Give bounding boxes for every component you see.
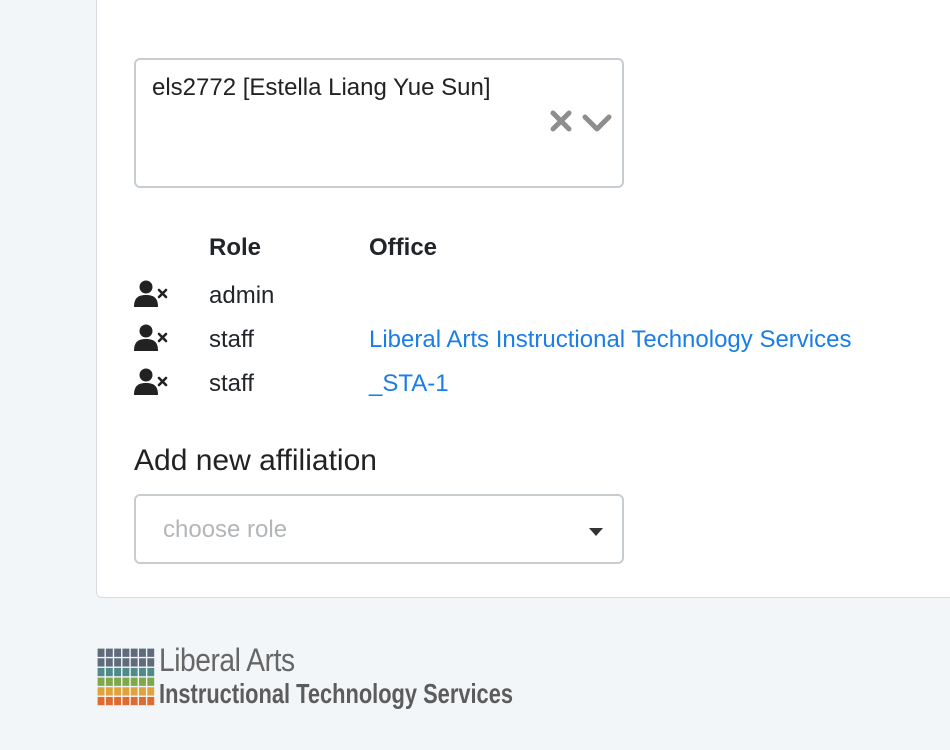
logo-grid-cell	[97, 648, 105, 657]
logo-grid-cell	[147, 658, 155, 667]
chevron-down-icon[interactable]	[581, 110, 613, 136]
logo-grid-cell	[122, 658, 130, 667]
logo-grid-cell	[139, 658, 146, 667]
logo-grid-cell	[114, 677, 122, 686]
logo-grid-cell	[139, 687, 146, 696]
user-select[interactable]: els2772 [Estella Liang Yue Sun]	[134, 58, 624, 188]
row-role: staff	[209, 370, 254, 397]
row-office-link[interactable]: Liberal Arts Instructional Technology Se…	[369, 326, 851, 354]
logo-grid-cell	[105, 648, 113, 657]
user-remove-icon[interactable]	[134, 324, 168, 352]
logo-grid-cell	[139, 677, 146, 686]
logo-grid-cell	[97, 687, 105, 696]
logo-grid-cell	[130, 648, 138, 657]
logo-grid-cell	[139, 648, 146, 657]
logo-grid-cell	[114, 687, 122, 696]
logo-grid-cell	[122, 667, 130, 677]
row-role: staff	[209, 326, 254, 353]
logo-grid-cell	[147, 677, 155, 686]
logo-grid-icon	[97, 648, 155, 706]
choose-role-placeholder: choose role	[163, 516, 288, 543]
logo-grid-cell	[97, 658, 105, 667]
office-column-header: Office	[369, 234, 438, 261]
logo-grid-cell	[105, 687, 113, 696]
table-row: staff Liberal Arts Instructional Technol…	[134, 316, 934, 360]
close-icon[interactable]	[546, 106, 576, 136]
logo-grid-cell	[139, 667, 146, 677]
logo-grid-cell	[114, 667, 122, 677]
add-affiliation-heading: Add new affiliation	[134, 444, 377, 477]
logo-grid-cell	[122, 687, 130, 696]
logo-grid-cell	[114, 648, 122, 657]
logo-grid-cell	[147, 648, 155, 657]
caret-down-icon[interactable]	[588, 524, 604, 536]
logo-grid-cell	[122, 696, 130, 706]
logo-line1: Liberal Arts	[159, 642, 295, 678]
row-role: admin	[209, 282, 275, 309]
logo-line2: Instructional Technology Services	[159, 678, 513, 709]
logo-grid-cell	[97, 667, 105, 677]
logo-grid-cell	[114, 696, 122, 706]
logo-grid-cell	[130, 677, 138, 686]
table-row: staff _STA-1	[134, 360, 934, 404]
logo-grid-cell	[122, 648, 130, 657]
affiliations-table: Role Office admin staff Liberal Arts Ins…	[134, 226, 934, 406]
logo-grid-cell	[122, 677, 130, 686]
user-remove-icon[interactable]	[134, 280, 168, 308]
logo-grid-cell	[130, 696, 138, 706]
logo-grid-cell	[139, 696, 146, 706]
logo-grid-cell	[114, 658, 122, 667]
choose-role-select[interactable]: choose role	[134, 494, 624, 564]
table-row: admin	[134, 272, 934, 316]
logo-grid-cell	[97, 677, 105, 686]
logo-grid-cell	[130, 667, 138, 677]
logo-grid-cell	[147, 667, 155, 677]
logo-grid-cell	[105, 658, 113, 667]
user-remove-icon[interactable]	[134, 368, 168, 396]
user-select-value: els2772 [Estella Liang Yue Sun]	[152, 74, 491, 101]
logo-grid-cell	[147, 687, 155, 696]
row-office-link[interactable]: _STA-1	[369, 370, 449, 398]
logo-grid-cell	[105, 667, 113, 677]
logo-grid-cell	[130, 687, 138, 696]
role-column-header: Role	[209, 234, 262, 261]
logo-grid-cell	[105, 677, 113, 686]
logo-grid-cell	[130, 658, 138, 667]
logo-grid-cell	[147, 696, 155, 706]
liberal-arts-logo: Liberal Arts Instructional Technology Se…	[97, 642, 577, 710]
logo-grid-cell	[97, 696, 105, 706]
logo-grid-cell	[105, 696, 113, 706]
